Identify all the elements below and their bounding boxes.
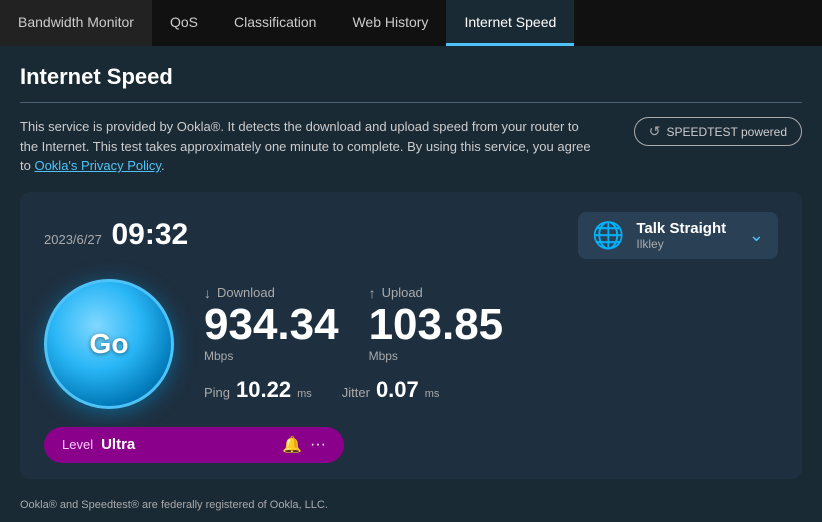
- nav-label-qos: QoS: [170, 14, 198, 30]
- go-button-wrapper: Go: [44, 279, 174, 409]
- ping-block: Ping 10.22 ms: [204, 377, 312, 403]
- upload-arrow-icon: ↑: [369, 285, 376, 301]
- speedtest-badge-label: SPEEDTEST powered: [667, 125, 788, 139]
- more-options-icon[interactable]: ···: [310, 436, 326, 454]
- chevron-down-icon: ⌄: [749, 225, 764, 246]
- divider: [20, 102, 802, 103]
- nav-label-classification: Classification: [234, 14, 316, 30]
- main-content: Internet Speed This service is provided …: [0, 46, 822, 489]
- nav-label-internet-speed: Internet Speed: [464, 14, 556, 30]
- speed-card-top: 2023/6/27 09:32 🌐 Talk Straight Ilkley ⌄: [44, 212, 778, 259]
- ping-label: Ping: [204, 385, 230, 400]
- level-value: Ultra: [101, 436, 274, 453]
- download-unit: Mbps: [204, 349, 339, 363]
- jitter-value: 0.07: [376, 377, 419, 403]
- isp-info: Talk Straight Ilkley: [636, 220, 726, 251]
- upload-value: 103.85: [369, 303, 504, 347]
- info-text-2: .: [161, 158, 165, 173]
- nav-item-web-history[interactable]: Web History: [334, 0, 446, 46]
- page-title: Internet Speed: [20, 64, 802, 90]
- level-bar[interactable]: Level Ultra 🔔 ···: [44, 427, 344, 463]
- isp-name: Talk Straight: [636, 220, 726, 237]
- nav-label-web-history: Web History: [352, 14, 428, 30]
- download-block: ↓ Download 934.34 Mbps: [204, 285, 339, 363]
- nav-item-classification[interactable]: Classification: [216, 0, 334, 46]
- speed-card: 2023/6/27 09:32 🌐 Talk Straight Ilkley ⌄…: [20, 192, 802, 479]
- refresh-icon: ↺: [649, 123, 661, 140]
- ping-unit: ms: [297, 388, 312, 400]
- isp-selector[interactable]: 🌐 Talk Straight Ilkley ⌄: [578, 212, 778, 259]
- footer: Ookla® and Speedtest® are federally regi…: [0, 489, 822, 517]
- speedtest-badge: ↺ SPEEDTEST powered: [634, 117, 802, 146]
- download-label-text: Download: [217, 285, 275, 300]
- nav-label-bandwidth: Bandwidth Monitor: [18, 14, 134, 30]
- nav-item-qos[interactable]: QoS: [152, 0, 216, 46]
- download-upload-row: ↓ Download 934.34 Mbps ↑ Upload 103.85: [204, 285, 778, 363]
- privacy-policy-link[interactable]: Ookla's Privacy Policy: [34, 158, 161, 173]
- nav-item-bandwidth-monitor[interactable]: Bandwidth Monitor: [0, 0, 152, 46]
- ping-jitter-row: Ping 10.22 ms Jitter 0.07 ms: [204, 377, 778, 403]
- upload-unit: Mbps: [369, 349, 504, 363]
- datetime-display: 2023/6/27 09:32: [44, 218, 188, 252]
- download-value: 934.34: [204, 303, 339, 347]
- footer-text: Ookla® and Speedtest® are federally regi…: [20, 499, 328, 511]
- jitter-unit: ms: [425, 388, 440, 400]
- info-text: This service is provided by Ookla®. It d…: [20, 117, 600, 176]
- bell-icon[interactable]: 🔔: [282, 435, 302, 455]
- nav-item-internet-speed[interactable]: Internet Speed: [446, 0, 574, 46]
- speed-card-body: Go ↓ Download 934.34 Mbps: [44, 279, 778, 409]
- jitter-label: Jitter: [342, 385, 370, 400]
- level-label: Level: [62, 437, 93, 452]
- stats-area: ↓ Download 934.34 Mbps ↑ Upload 103.85: [204, 285, 778, 403]
- jitter-block: Jitter 0.07 ms: [342, 377, 440, 403]
- go-button[interactable]: Go: [44, 279, 174, 409]
- time-text: 09:32: [111, 218, 188, 251]
- globe-icon: 🌐: [592, 220, 624, 251]
- upload-label-text: Upload: [382, 285, 423, 300]
- upload-block: ↑ Upload 103.85 Mbps: [369, 285, 504, 363]
- info-row: This service is provided by Ookla®. It d…: [20, 117, 802, 176]
- upload-label: ↑ Upload: [369, 285, 504, 301]
- ping-value: 10.22: [236, 377, 291, 403]
- date-text: 2023/6/27: [44, 232, 102, 247]
- nav-bar: Bandwidth Monitor QoS Classification Web…: [0, 0, 822, 46]
- download-arrow-icon: ↓: [204, 285, 211, 301]
- download-label: ↓ Download: [204, 285, 339, 301]
- isp-location: Ilkley: [636, 237, 726, 251]
